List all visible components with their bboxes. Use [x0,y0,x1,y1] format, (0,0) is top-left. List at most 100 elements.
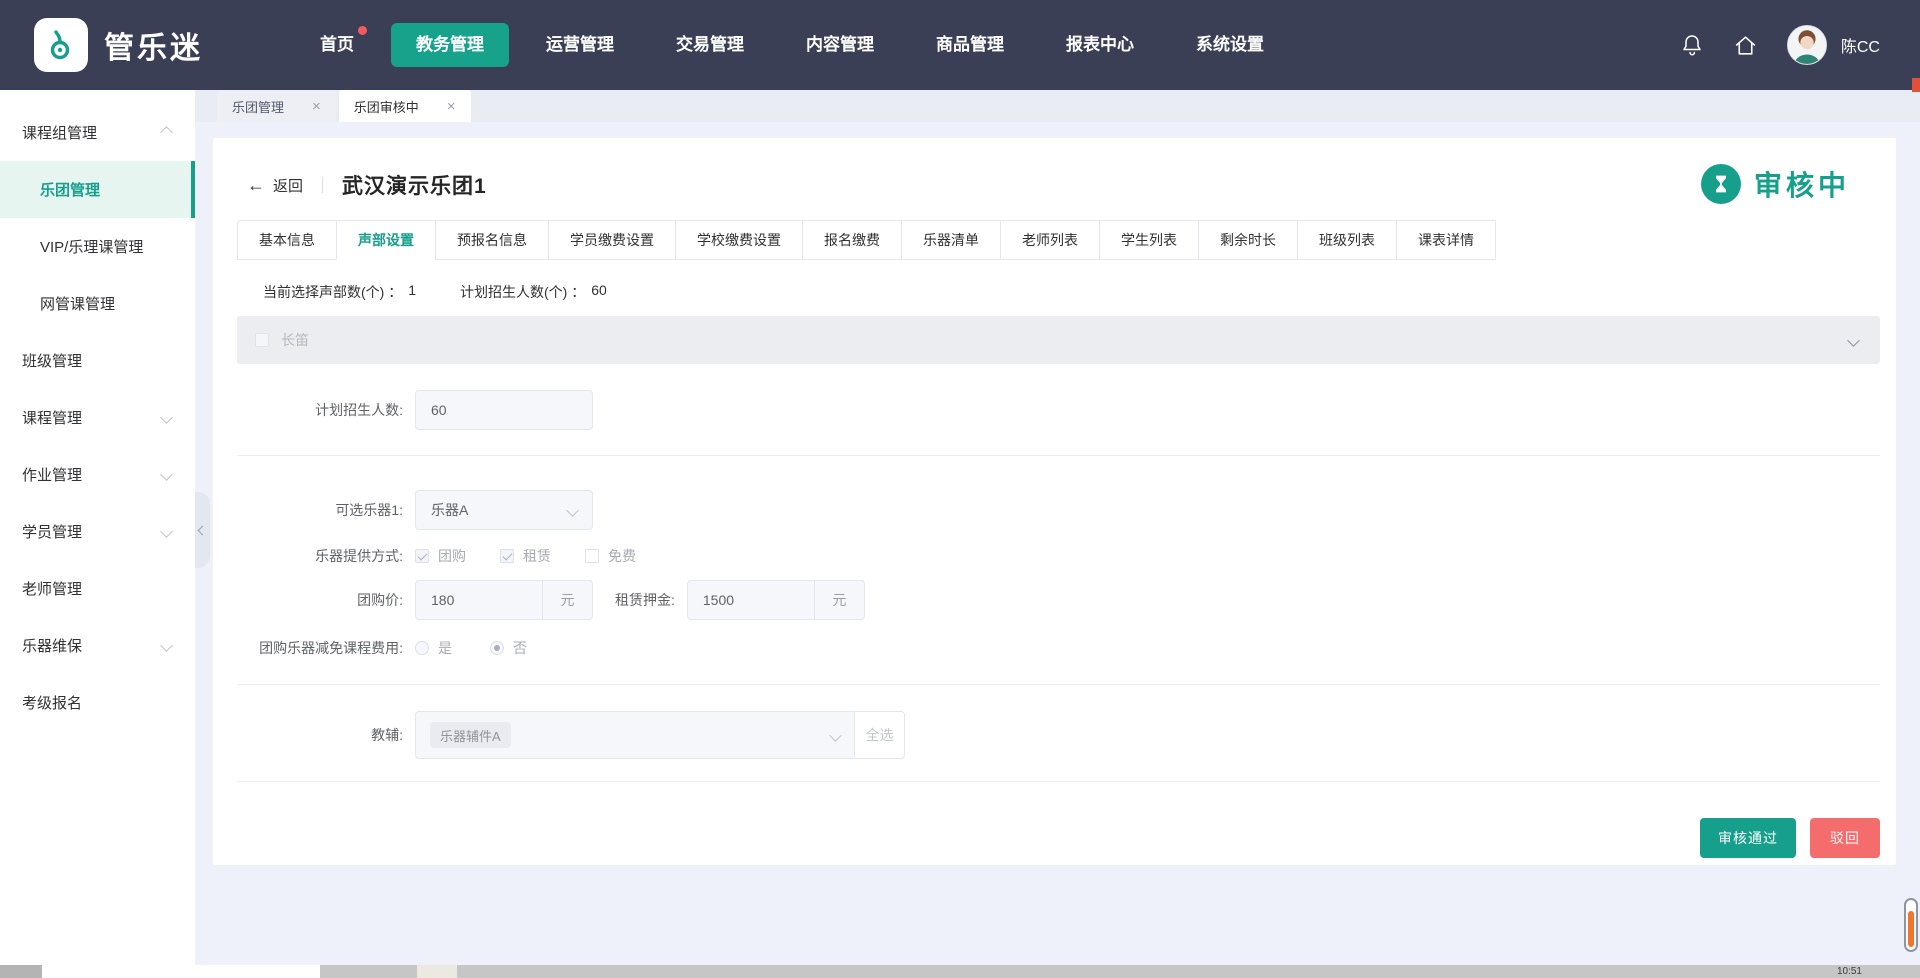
checkbox-group-buy[interactable]: 团购 [415,546,466,566]
detail-tabs: 基本信息 声部设置 预报名信息 学员缴费设置 学校缴费设置 报名缴费 乐器清单 … [237,220,1880,260]
chevron-left-icon [198,525,208,535]
nav-item-products[interactable]: 商品管理 [911,23,1029,67]
sidebar-item-label: VIP/乐理课管理 [40,236,143,257]
checkbox-rent[interactable]: 租赁 [500,546,551,566]
avatar[interactable] [1787,25,1827,65]
scroll-indicator-capsule[interactable] [1904,898,1918,952]
field-label: 团购价: [237,590,415,610]
page-tab-label: 乐团管理 [232,97,284,116]
nav-item-home[interactable]: 首页 [295,23,379,67]
sidebar-item-label: 课程组管理 [22,122,97,143]
nav-item-operations[interactable]: 运营管理 [521,23,639,67]
nav-item-academic[interactable]: 教务管理 [391,23,509,67]
stat-plan-students: 计划招生人数(个) ： 60 [460,282,607,302]
status-badge: 审核中 [1701,164,1850,204]
rent-deposit-input[interactable]: 1500 元 [687,580,865,620]
notification-bell-icon[interactable] [1679,32,1705,58]
form-row-price: 团购价: 180 元 租赁押金: 1500 元 [237,580,1880,620]
tab-teacher-list[interactable]: 老师列表 [1000,220,1100,260]
sidebar-item-instrument-maintenance[interactable]: 乐器维保 [0,617,195,674]
app-logo-icon [34,18,88,72]
instrument-select[interactable]: 乐器A [415,490,593,530]
sidebar-item-label: 作业管理 [22,464,82,485]
horizontal-scrollbar-thumb[interactable] [42,965,320,978]
page-title: 武汉演示乐团1 [342,170,487,200]
chevron-down-icon[interactable] [1847,334,1860,347]
tab-voice-settings[interactable]: 声部设置 [336,220,436,260]
field-label: 乐器提供方式: [237,546,415,566]
card-header: 返回 武汉演示乐团1 审核中 [237,138,1880,200]
sidebar-item-homework[interactable]: 作业管理 [0,446,195,503]
main-nav: 首页 教务管理 运营管理 交易管理 内容管理 商品管理 报表中心 系统设置 [295,23,1289,67]
back-arrow-icon [247,175,265,196]
chevron-down-icon [160,525,173,538]
sidebar-item-class-mgmt[interactable]: 班级管理 [0,332,195,389]
close-icon[interactable]: × [312,99,321,114]
sidebar-item-exam-registration[interactable]: 考级报名 [0,674,195,731]
sidebar-item-teacher-mgmt[interactable]: 老师管理 [0,560,195,617]
chevron-down-icon [160,411,173,424]
music-note-icon [43,27,79,63]
approve-button[interactable]: 审核通过 [1700,818,1796,858]
voice-part-checkbox[interactable] [255,333,269,347]
tab-class-list[interactable]: 班级列表 [1297,220,1397,260]
page-tab-orchestra-review[interactable]: 乐团审核中 × [339,90,471,122]
nav-item-reports[interactable]: 报表中心 [1041,23,1159,67]
radio-yes[interactable]: 是 [415,638,452,658]
checkbox-icon [585,549,599,563]
sidebar-item-label: 学员管理 [22,521,82,542]
tab-basic-info[interactable]: 基本信息 [237,220,337,260]
scrollbar-thumb-top[interactable] [1912,78,1920,92]
form-row-teaching-aids: 教辅: 乐器辅件A 全选 [237,711,1880,759]
tab-remaining-hours[interactable]: 剩余时长 [1198,220,1298,260]
user-name[interactable]: 陈CC [1841,33,1880,57]
sidebar-item-orchestra[interactable]: 乐团管理 [0,161,195,218]
review-actions: 审核通过 驳回 [237,818,1880,858]
reject-button[interactable]: 驳回 [1810,818,1880,858]
app-body: 课程组管理 乐团管理 VIP/乐理课管理 网管课管理 班级管理 课程管理 作业管… [0,90,1920,965]
tab-student-payment-settings[interactable]: 学员缴费设置 [548,220,676,260]
nav-item-settings[interactable]: 系统设置 [1171,23,1289,67]
group-price-input[interactable]: 180 元 [415,580,593,620]
sidebar-collapse-handle[interactable] [195,492,210,568]
checkbox-free[interactable]: 免费 [585,546,636,566]
tab-student-list[interactable]: 学生列表 [1099,220,1199,260]
select-value: 乐器A [431,500,468,520]
stat-voice-count: 当前选择声部数(个) ： 1 [263,282,416,302]
tab-registration-payment[interactable]: 报名缴费 [802,220,902,260]
tab-school-payment-settings[interactable]: 学校缴费设置 [675,220,803,260]
sidebar-item-course-group[interactable]: 课程组管理 [0,104,195,161]
nav-item-label: 系统设置 [1196,35,1264,54]
nav-item-transactions[interactable]: 交易管理 [651,23,769,67]
back-button[interactable]: 返回 [247,175,303,196]
sidebar-item-online-course[interactable]: 网管课管理 [0,275,195,332]
teaching-aids-select[interactable]: 乐器辅件A [415,711,855,759]
field-label: 计划招生人数: [237,400,415,420]
voice-part-panel[interactable]: 长笛 [237,316,1880,364]
content-area: 乐团管理 × 乐团审核中 × 返回 武汉演示乐团1 [195,90,1920,965]
unit-suffix: 元 [814,581,864,619]
nav-item-content[interactable]: 内容管理 [781,23,899,67]
sidebar-item-vip-theory[interactable]: VIP/乐理课管理 [0,218,195,275]
brand-name: 管乐迷 [104,23,203,67]
tab-instrument-list[interactable]: 乐器清单 [901,220,1001,260]
sidebar-item-label: 乐器维保 [22,635,82,656]
page-tab-orchestra[interactable]: 乐团管理 × [217,90,336,122]
provide-mode-group: 团购 租赁 免费 [415,546,636,566]
sidebar-item-student-mgmt[interactable]: 学员管理 [0,503,195,560]
deduct-radio-group: 是 否 [415,638,527,658]
tab-pre-registration[interactable]: 预报名信息 [435,220,549,260]
detail-card: 返回 武汉演示乐团1 审核中 [213,138,1896,865]
home-icon[interactable] [1733,32,1759,58]
divider [237,781,1880,782]
plan-students-input[interactable]: 60 [415,390,593,430]
hourglass-icon [1701,164,1741,204]
scroll-indicator-fill [1908,911,1914,947]
tab-schedule-detail[interactable]: 课表详情 [1396,220,1496,260]
nav-item-label: 内容管理 [806,35,874,54]
radio-no[interactable]: 否 [490,638,527,658]
sidebar-item-course-mgmt[interactable]: 课程管理 [0,389,195,446]
close-icon[interactable]: × [447,99,456,114]
select-all-button[interactable]: 全选 [855,711,905,759]
page-tabstrip: 乐团管理 × 乐团审核中 × [195,90,1920,122]
